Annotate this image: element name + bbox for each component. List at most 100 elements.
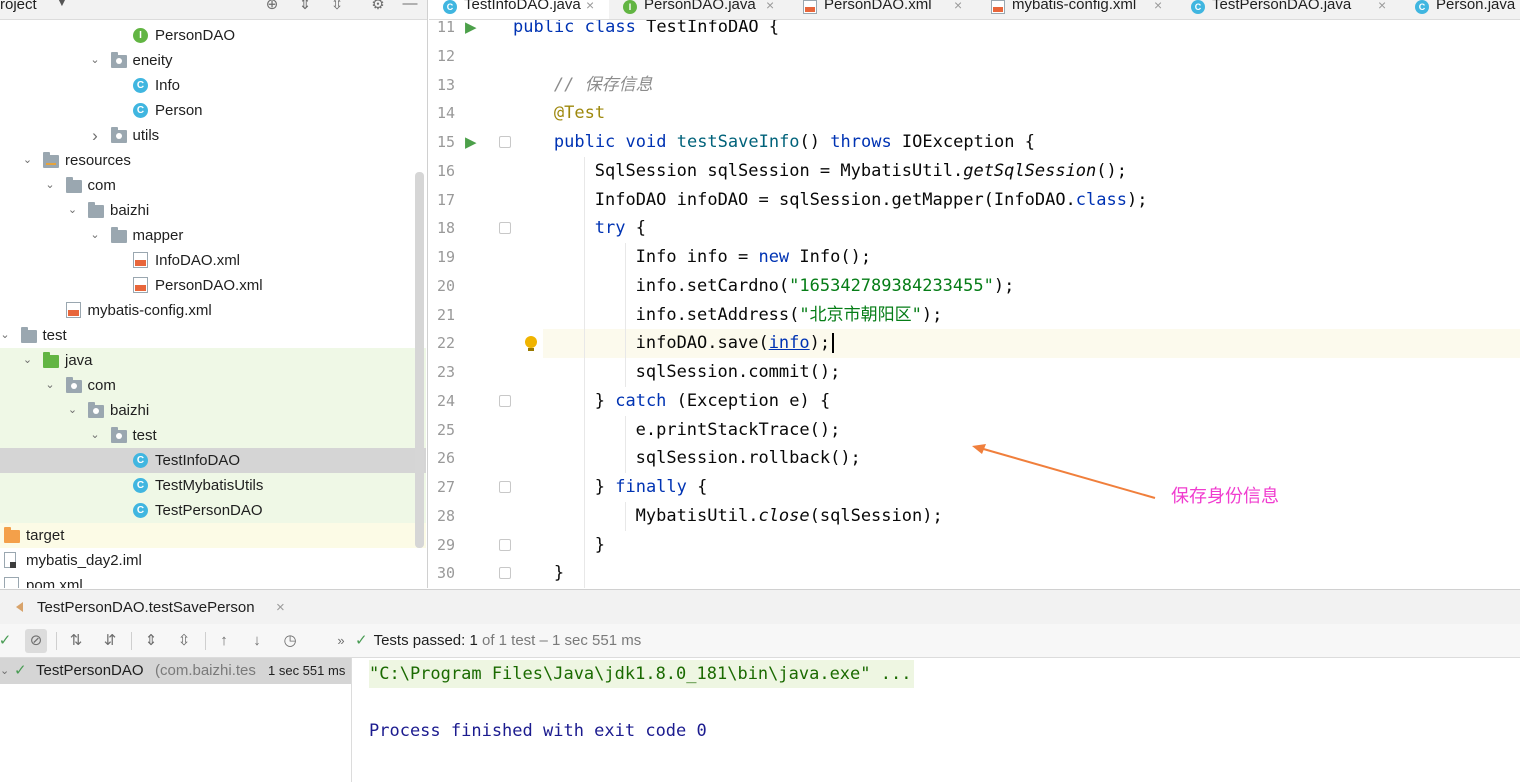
close-icon[interactable]: × [276, 590, 285, 625]
tree-item[interactable]: C TestMybatisUtils [0, 472, 426, 498]
code-line[interactable]: e.printStackTrace(); [636, 416, 841, 445]
close-icon[interactable]: × [586, 0, 594, 12]
project-view-title[interactable]: roject [0, 0, 37, 13]
show-ignored-icon[interactable]: ⊘ [25, 629, 47, 653]
tree-item[interactable]: ⌄ resources [0, 148, 426, 173]
chevron-down-icon[interactable]: ⌄ [0, 658, 9, 684]
tree-item[interactable]: C TestPersonDAO [0, 497, 426, 523]
locate-file-icon[interactable]: ⊕ [262, 0, 282, 13]
fold-marker-icon[interactable] [499, 567, 511, 580]
code-line[interactable]: sqlSession.commit(); [636, 358, 841, 387]
tree-item[interactable]: mybatis_day2.iml [0, 548, 426, 573]
chevron-down-icon[interactable]: ⌄ [66, 398, 80, 423]
tree-item[interactable]: mybatis-config.xml [0, 298, 426, 323]
editor-tab[interactable]: C TestPersonDAO.java × [1177, 0, 1401, 19]
fold-marker-icon[interactable] [499, 136, 511, 148]
tree-item[interactable]: ⌄ test [0, 323, 426, 348]
code-line[interactable]: public void testSaveInfo() throws IOExce… [554, 128, 1035, 157]
run-test-icon[interactable]: ▶ [465, 20, 483, 36]
previous-failed-icon[interactable]: ↑ [213, 629, 235, 653]
hide-panel-icon[interactable]: — [400, 0, 420, 12]
code-line[interactable]: // 保存信息 [554, 71, 653, 100]
code-line[interactable]: infoDAO.save(info); [636, 329, 831, 358]
fold-marker-icon[interactable] [499, 538, 511, 551]
close-icon[interactable]: × [954, 0, 962, 12]
test-history-icon[interactable]: ◷ [279, 629, 301, 653]
tree-item[interactable]: target [0, 522, 426, 548]
chevron-down-icon[interactable]: ⌄ [43, 373, 57, 398]
chevron-down-icon[interactable]: ⌄ [88, 48, 102, 73]
collapse-all-icon[interactable]: ⇳ [327, 0, 347, 13]
chevron-down-icon[interactable]: ⌄ [66, 198, 80, 223]
close-icon[interactable]: × [1378, 0, 1386, 12]
close-icon[interactable]: × [1154, 0, 1162, 12]
sort-by-duration-icon[interactable]: ⇵ [99, 629, 121, 653]
tree-item[interactable]: ⌄ java [0, 347, 426, 373]
code-line[interactable]: Info info = new Info(); [636, 243, 871, 272]
tree-item[interactable]: ⌄ com [0, 173, 426, 198]
tree-item[interactable]: PersonDAO.xml [0, 273, 426, 298]
chevron-down-icon[interactable]: ⌄ [21, 348, 35, 373]
code-line[interactable]: sqlSession.rollback(); [636, 444, 861, 473]
expand-all-icon[interactable]: ⇕ [295, 0, 315, 13]
code-line[interactable]: } [595, 531, 605, 560]
fold-marker-icon[interactable] [499, 481, 511, 493]
collapse-all-icon[interactable]: ⇳ [173, 629, 195, 653]
run-test-icon[interactable]: ▶ [465, 133, 483, 151]
chevron-down-icon[interactable]: ⌄ [88, 423, 102, 448]
code-line[interactable]: @Test [554, 99, 605, 128]
next-failed-icon[interactable]: ↓ [246, 629, 268, 653]
code-line[interactable]: SqlSession sqlSession = MybatisUtil.getS… [595, 157, 1127, 186]
code-line[interactable]: } finally { [595, 473, 708, 502]
chevron-down-icon[interactable]: ⌄ [0, 323, 12, 348]
code-line[interactable]: try { [595, 214, 646, 243]
editor-tab-bar: C TestInfoDAO.java × I PersonDAO.java × Person… [429, 0, 1520, 20]
code-token: throws [830, 132, 902, 152]
test-result-row[interactable]: ⌄ ✓ TestPersonDAO (com.baizhi.tes 1 sec … [0, 658, 351, 684]
close-icon[interactable]: × [766, 0, 774, 12]
gear-icon[interactable]: ⚙ [368, 0, 388, 13]
tree-item[interactable]: ⌄ com [0, 372, 426, 398]
line-number: 12 [436, 46, 455, 65]
tree-item[interactable]: C Person [0, 98, 426, 123]
tree-item[interactable]: C TestInfoDAO [0, 447, 426, 473]
code-line[interactable]: } [554, 559, 564, 588]
tree-item[interactable]: ⌄ mapper [0, 223, 426, 248]
editor-tab[interactable]: I PersonDAO.java × [609, 0, 789, 19]
code-line[interactable]: MybatisUtil.close(sqlSession); [636, 502, 943, 531]
intention-bulb-icon[interactable] [524, 336, 538, 352]
tree-item[interactable]: InfoDAO.xml [0, 248, 426, 273]
project-scrollbar[interactable] [415, 172, 424, 548]
code-line[interactable]: info.setAddress("北京市朝阳区"); [636, 301, 943, 330]
chevron-down-icon[interactable]: ⌄ [88, 223, 102, 248]
editor-tab[interactable]: C Person.java [1401, 0, 1520, 19]
code-line[interactable]: InfoDAO infoDAO = sqlSession.getMapper(I… [595, 186, 1148, 215]
chevron-right-icon[interactable]: › [88, 123, 102, 148]
show-passed-icon[interactable]: ✓ [0, 629, 16, 653]
code-line[interactable]: } catch (Exception e) { [595, 387, 830, 416]
fold-marker-icon[interactable] [499, 394, 511, 407]
tree-item[interactable]: C Info [0, 73, 426, 98]
tree-item[interactable]: ⌄ baizhi [0, 198, 426, 223]
chevron-down-icon[interactable]: ⌄ [21, 148, 35, 173]
sort-alphabetically-icon[interactable]: ⇅ [65, 629, 87, 653]
editor-tab[interactable]: PersonDAO.xml × [789, 0, 977, 19]
chevron-down-icon[interactable]: ⌄ [43, 173, 57, 198]
more-actions-icon[interactable]: » [330, 629, 352, 653]
code-line[interactable]: info.setCardno("165342789384233455"); [636, 272, 1015, 301]
tree-item[interactable]: I PersonDAO [0, 23, 426, 48]
code-line[interactable]: public class TestInfoDAO { [513, 20, 779, 42]
editor-tab[interactable]: C TestInfoDAO.java × [429, 0, 609, 19]
expand-all-icon[interactable]: ⇕ [140, 629, 162, 653]
code-token: ); [993, 275, 1015, 296]
code-token: public [513, 20, 585, 37]
fold-marker-icon[interactable] [499, 222, 511, 235]
tree-item[interactable]: › utils [0, 123, 426, 148]
view-selector-dropdown-icon[interactable]: ▼ [56, 0, 68, 9]
tree-item[interactable]: ⌄ eneity [0, 48, 426, 73]
tree-item[interactable]: ⌄ test [0, 422, 426, 448]
editor-tab[interactable]: mybatis-config.xml × [977, 0, 1177, 19]
tree-item[interactable]: ⌄ baizhi [0, 397, 426, 423]
console-output[interactable]: "C:\Program Files\Java\jdk1.8.0_181\bin\… [352, 658, 1520, 782]
tree-item[interactable]: pom.xml [0, 573, 426, 588]
